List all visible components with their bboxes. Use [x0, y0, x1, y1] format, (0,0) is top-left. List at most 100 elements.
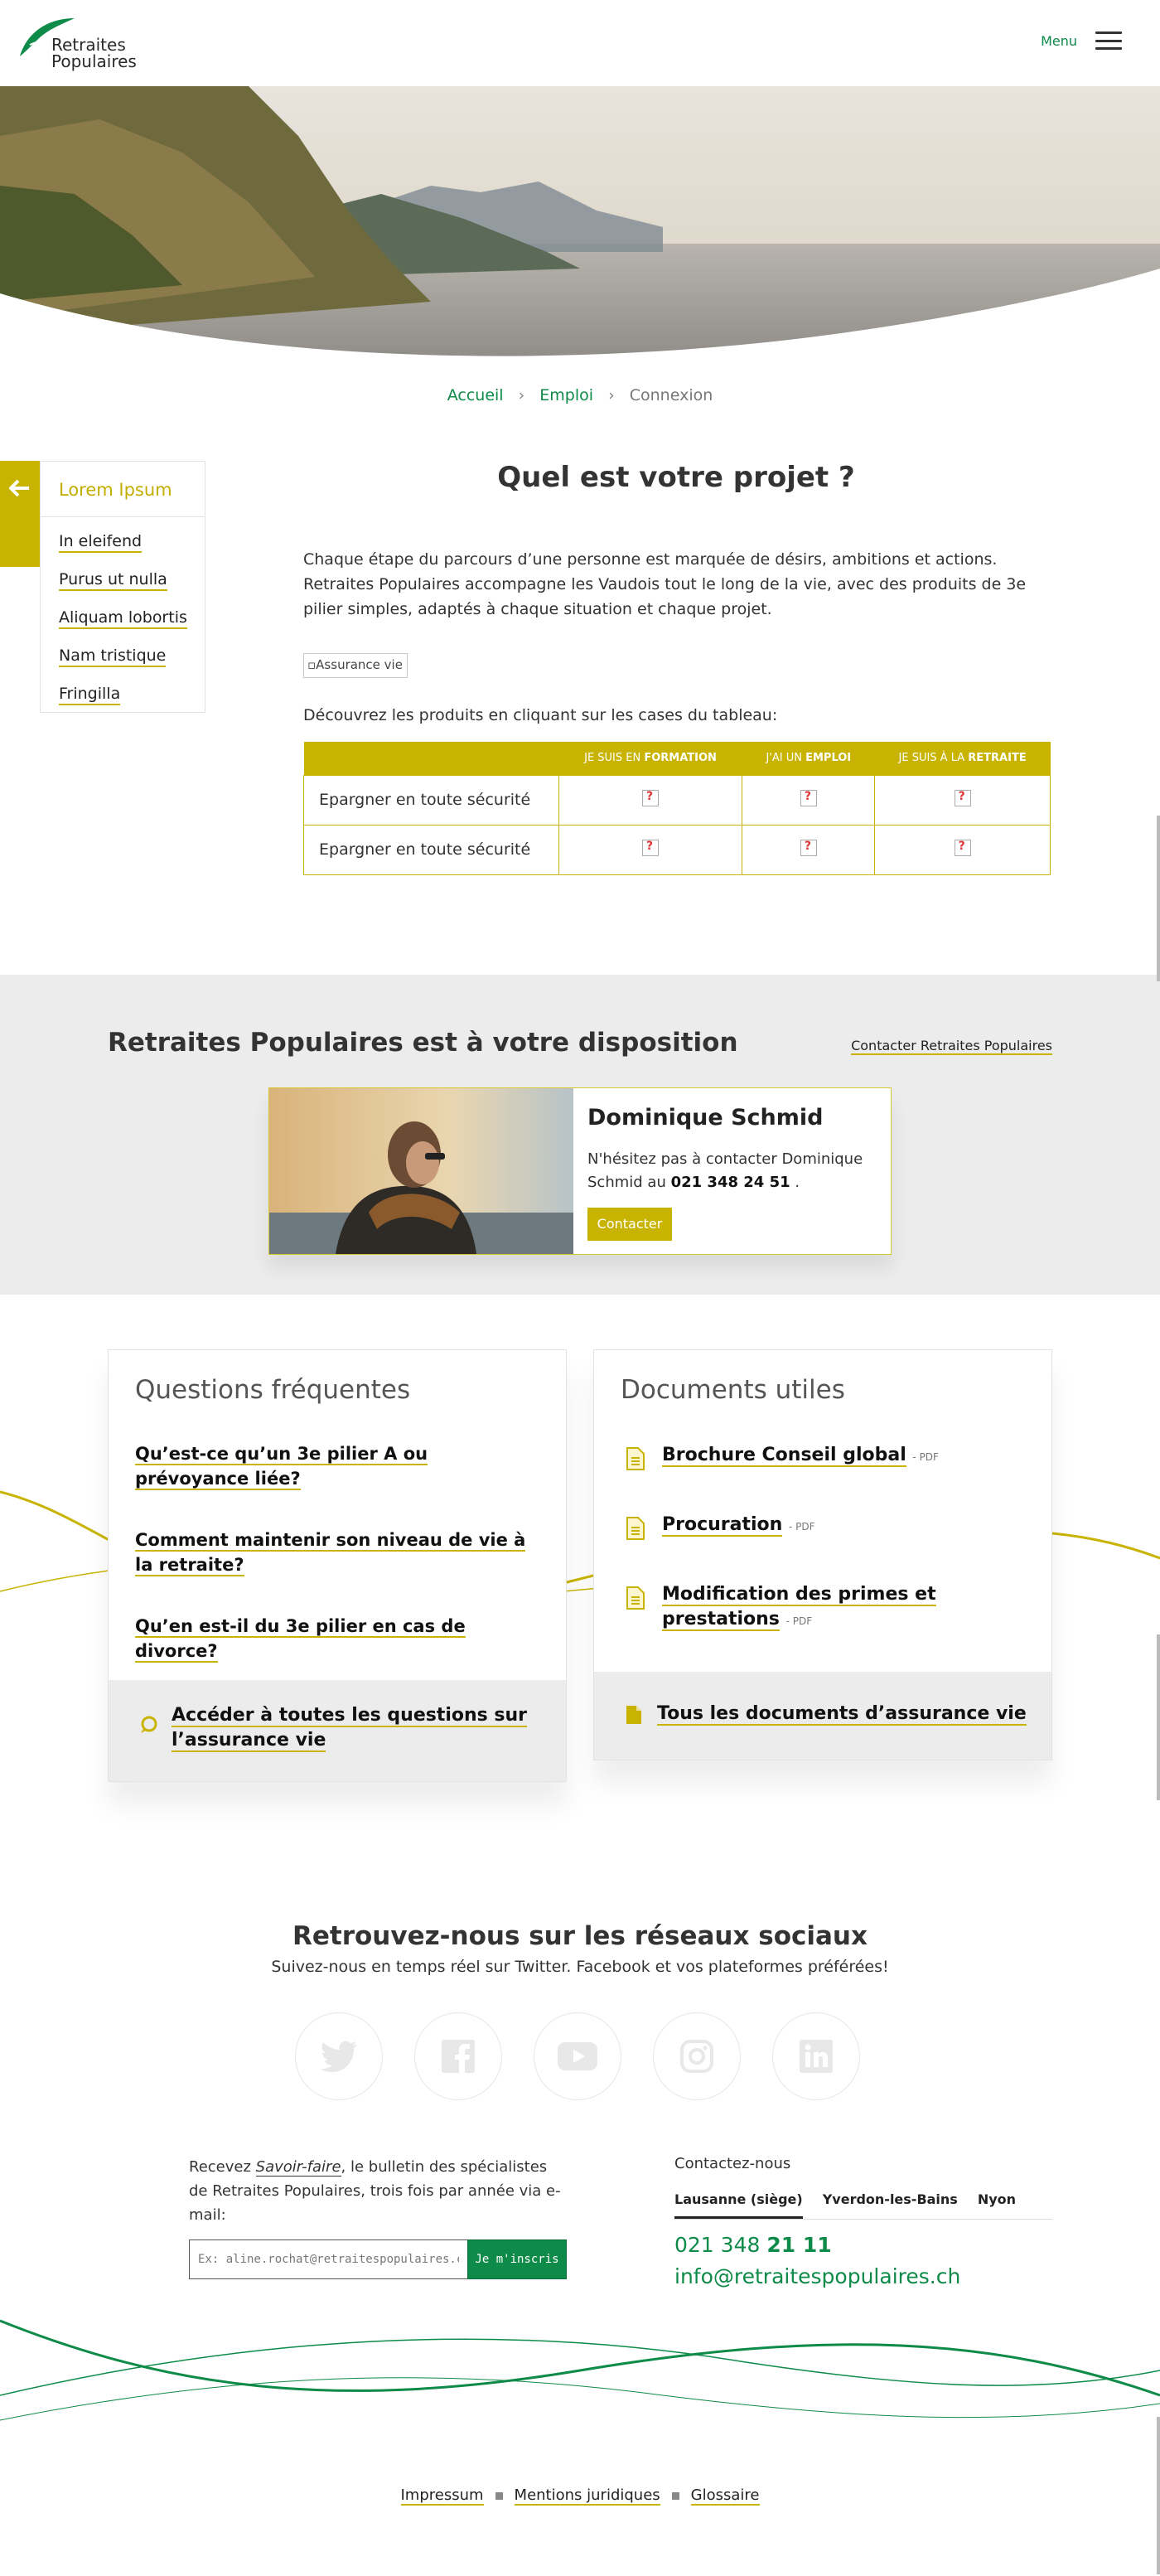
- youtube-icon: [558, 2042, 597, 2070]
- table-row: Epargner en toute sécurité: [303, 824, 1051, 875]
- table-cell-link[interactable]: [742, 774, 876, 826]
- footer-link-glossaire[interactable]: Glossaire: [690, 2486, 760, 2506]
- broken-image-icon[interactable]: [954, 840, 971, 856]
- breadcrumb-item-accueil[interactable]: Accueil: [447, 386, 504, 404]
- broken-image-icon[interactable]: [642, 790, 660, 806]
- advisor-photo: [269, 1088, 573, 1254]
- footer-separator: [671, 2491, 679, 2500]
- broken-image-icon[interactable]: [642, 840, 660, 856]
- newsletter-text: Recevez Savoir-faire, le bulletin des sp…: [189, 2158, 561, 2224]
- documents-title: Documents utiles: [621, 1375, 845, 1405]
- location-tabs: Lausanne (siège) Yverdon-les-Bains Nyon: [674, 2191, 1052, 2220]
- table-cell-link[interactable]: [874, 774, 1051, 826]
- logo-wordmark: Retraites Populaires: [51, 35, 137, 71]
- linkedin-icon: [800, 2040, 833, 2073]
- broken-image-icon[interactable]: [800, 840, 817, 856]
- breadcrumb-current: Connexion: [629, 386, 713, 404]
- document-icon: [626, 1586, 645, 1610]
- broken-image-icon[interactable]: [800, 790, 817, 806]
- contact-section: Retraites Populaires est à votre disposi…: [0, 975, 1160, 1295]
- tab-lausanne[interactable]: Lausanne (siège): [674, 2191, 803, 2219]
- table-cell-link[interactable]: [742, 824, 876, 875]
- social-title: Retrouvez-nous sur les réseaux sociaux: [292, 1921, 868, 1951]
- breadcrumb: Accueil › Emploi › Connexion: [0, 386, 1160, 404]
- scrollbar-thumb[interactable]: [1157, 816, 1160, 981]
- sidebar-title: Lorem Ipsum: [41, 462, 205, 517]
- scrollbar-thumb[interactable]: [1157, 1634, 1160, 1800]
- intro-paragraph: Chaque étape du parcours d’une personne …: [303, 550, 1027, 618]
- social-links: [295, 2012, 867, 2100]
- table-row: Epargner en toute sécurité: [303, 774, 1051, 826]
- advisor-phone[interactable]: 021 348 24 51: [671, 1174, 790, 1191]
- subscribe-button[interactable]: Je m'inscris: [467, 2239, 567, 2279]
- twitter-icon: [320, 2041, 357, 2072]
- advisor-name: Dominique Schmid: [587, 1105, 824, 1131]
- broken-image-icon: ▫: [307, 657, 317, 672]
- tab-nyon[interactable]: Nyon: [978, 2191, 1016, 2219]
- faq-footer: Accéder à toutes les questions sur l’ass…: [109, 1680, 566, 1781]
- table-cell-link[interactable]: [558, 824, 743, 875]
- documents-footer: Tous les documents d’assurance vie: [594, 1672, 1051, 1760]
- hamburger-icon[interactable]: [1095, 31, 1122, 50]
- sidebar-item-fringilla[interactable]: Fringilla: [59, 675, 205, 713]
- sidebar-item-in-eleifend[interactable]: In eleifend: [59, 522, 205, 560]
- row-label: Epargner en toute sécurité: [303, 774, 559, 826]
- youtube-link[interactable]: [534, 2012, 621, 2100]
- faq-item[interactable]: Qu’est-ce qu’un 3e pilier A ou prévoyanc…: [135, 1441, 533, 1491]
- faq-card: Questions fréquentes Qu’est-ce qu’un 3e …: [108, 1349, 567, 1782]
- column-header-formation: Je suis en formation: [558, 742, 742, 775]
- twitter-link[interactable]: [295, 2012, 383, 2100]
- menu-label[interactable]: Menu: [1041, 33, 1077, 49]
- facebook-icon: [442, 2040, 475, 2073]
- footer-links: Impressum Mentions juridiques Glossaire: [0, 2486, 1160, 2506]
- contact-us-title: Contactez-nous: [674, 2155, 791, 2172]
- speech-bubble-icon: [141, 1716, 157, 1733]
- document-icon: [626, 1447, 645, 1470]
- faq-title: Questions fréquentes: [135, 1375, 411, 1405]
- tab-yverdon[interactable]: Yverdon-les-Bains: [823, 2191, 958, 2219]
- instagram-link[interactable]: [653, 2012, 741, 2100]
- site-header: Retraites Populaires Menu: [0, 0, 1160, 86]
- table-header-empty: [303, 742, 559, 775]
- image-alt-text: Assurance vie: [316, 657, 403, 672]
- contact-retraites-link[interactable]: Contacter Retraites Populaires: [851, 1038, 1052, 1055]
- table-cell-link[interactable]: [558, 774, 743, 826]
- facebook-link[interactable]: [414, 2012, 502, 2100]
- advisor-text: N'hésitez pas à contacter Dominique Schm…: [587, 1150, 863, 1191]
- sidebar-item-nam-tristique[interactable]: Nam tristique: [59, 637, 205, 675]
- arrow-left-icon: [9, 479, 29, 497]
- back-button[interactable]: [0, 461, 40, 567]
- broken-image-icon[interactable]: [954, 790, 971, 806]
- document-icon: [626, 1706, 641, 1724]
- all-documents-link[interactable]: Tous les documents d’assurance vie: [657, 1702, 1027, 1726]
- scrollbar-thumb[interactable]: [1157, 2417, 1160, 2574]
- breadcrumb-separator: ›: [608, 386, 615, 404]
- advisor-card: Dominique Schmid N'hésitez pas à contact…: [268, 1087, 892, 1255]
- footer-link-impressum[interactable]: Impressum: [400, 2486, 484, 2506]
- sidebar-item-aliquam-lobortis[interactable]: Aliquam lobortis: [59, 598, 205, 637]
- menu-button[interactable]: Menu: [1041, 31, 1122, 50]
- breadcrumb-separator: ›: [518, 386, 525, 404]
- documents-card: Documents utiles Brochure Conseil global…: [593, 1349, 1052, 1760]
- document-icon: [626, 1517, 645, 1540]
- contacter-button[interactable]: Contacter: [587, 1208, 672, 1241]
- linkedin-link[interactable]: [772, 2012, 860, 2100]
- sidebar-item-purus-ut-nulla[interactable]: Purus ut nulla: [59, 560, 205, 598]
- row-label: Epargner en toute sécurité: [303, 824, 559, 875]
- footer-link-mentions[interactable]: Mentions juridiques: [514, 2486, 660, 2506]
- faq-item[interactable]: Comment maintenir son niveau de vie à la…: [135, 1528, 533, 1577]
- products-table: Je suis en formation J'ai un emploi Je s…: [303, 742, 1051, 875]
- all-questions-link[interactable]: Accéder à toutes les questions sur l’ass…: [172, 1703, 536, 1753]
- footer-separator: [495, 2491, 503, 2500]
- sidebar: Lorem Ipsum In eleifend Purus ut nulla A…: [40, 461, 205, 713]
- table-intro: Découvrez les produits en cliquant sur l…: [303, 706, 778, 724]
- table-cell-link[interactable]: [874, 824, 1051, 875]
- contact-phone[interactable]: 021 348 21 11: [674, 2233, 832, 2257]
- logo[interactable]: Retraites Populaires: [18, 17, 151, 70]
- newsletter-email-input[interactable]: [189, 2239, 467, 2279]
- contact-email[interactable]: info@retraitespopulaires.ch: [674, 2264, 960, 2288]
- breadcrumb-item-emploi[interactable]: Emploi: [539, 386, 593, 404]
- column-header-retraite: Je suis à la retraite: [874, 742, 1051, 775]
- newsletter-name: Savoir-faire: [255, 2158, 341, 2177]
- faq-item[interactable]: Qu’en est-il du 3e pilier en cas de divo…: [135, 1614, 533, 1663]
